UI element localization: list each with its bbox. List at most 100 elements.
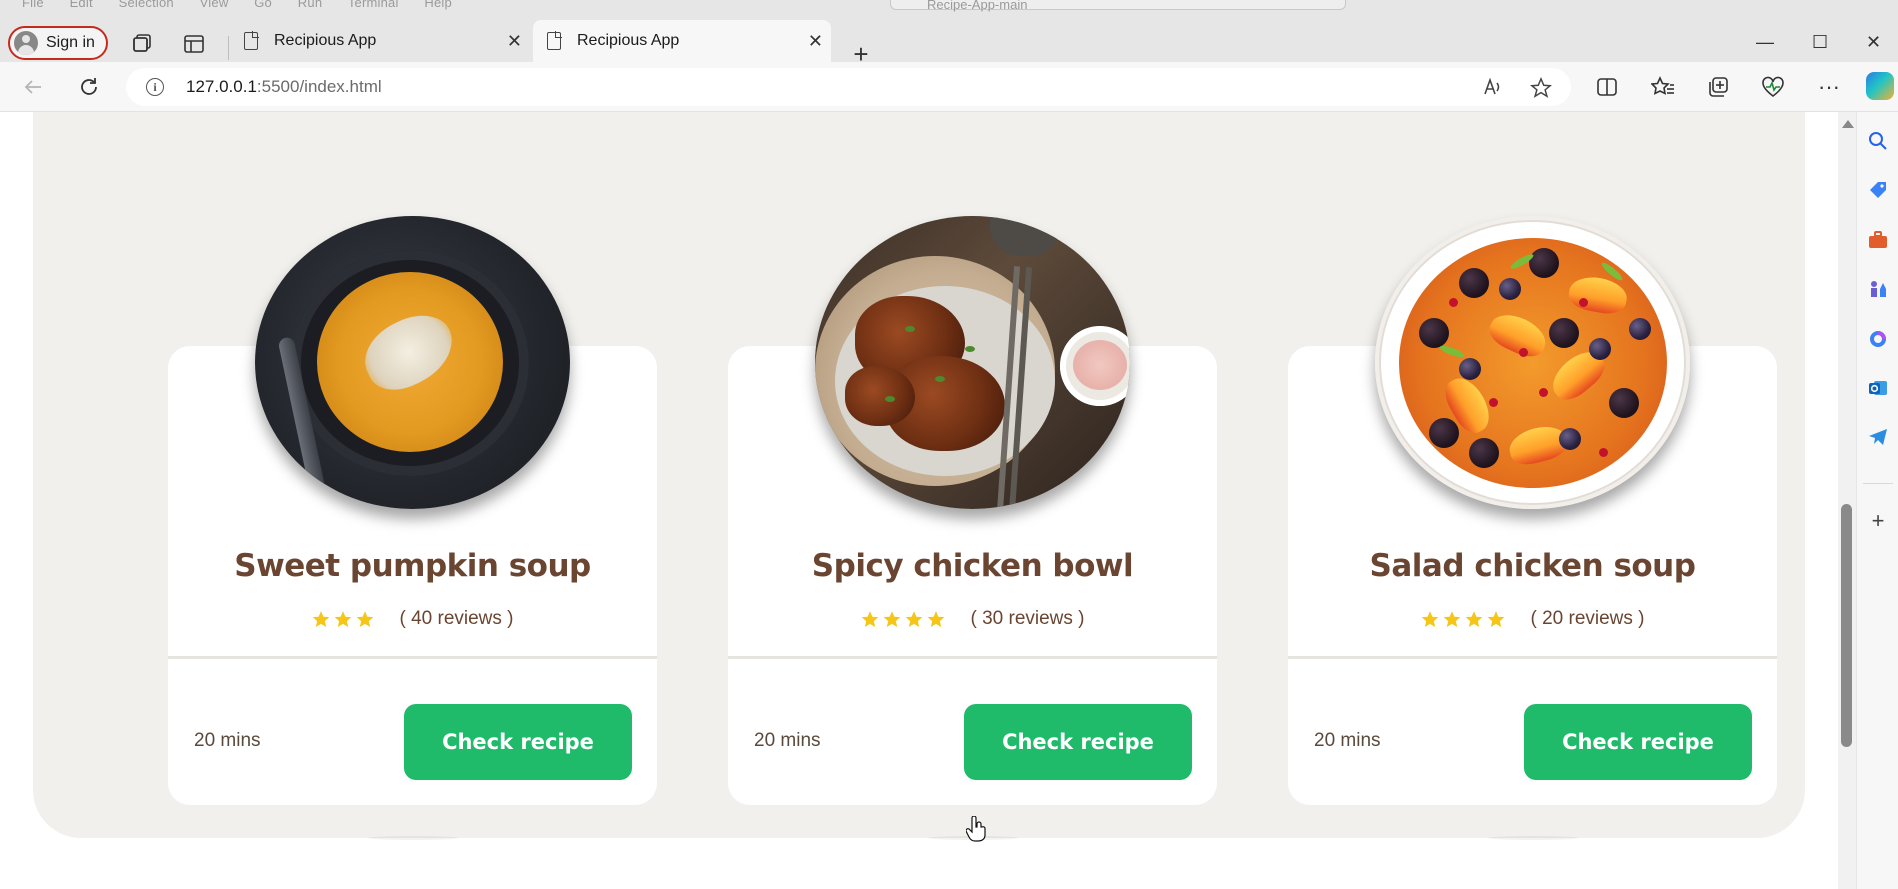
card-shadow (1488, 836, 1578, 840)
address-bar-row: i 127.0.0.1:5500/index.html ··· (0, 62, 1898, 112)
favorite-star-icon[interactable] (1529, 76, 1553, 105)
recipe-card: Spicy chicken bowl ( 30 reviews ) 20 min… (728, 216, 1217, 840)
editor-menu-file[interactable]: File (22, 0, 44, 10)
tab-separator (228, 36, 229, 60)
edge-sidebar: + (1856, 112, 1898, 889)
recipe-rating: ( 20 reviews ) (1288, 608, 1777, 630)
split-screen-icon[interactable] (1592, 72, 1622, 102)
add-sidebar-app-icon[interactable]: + (1867, 508, 1889, 533)
card-divider (728, 656, 1217, 659)
card-divider (1288, 656, 1777, 659)
editor-menu-selection[interactable]: Selection (119, 0, 174, 10)
check-recipe-button[interactable]: Check recipe (404, 704, 632, 780)
editor-search-box[interactable]: Recipe-App-main (890, 0, 1346, 12)
recipe-rating: ( 40 reviews ) (168, 608, 657, 630)
outlook-icon[interactable] (1867, 377, 1889, 399)
browser-essentials-icon[interactable] (1758, 72, 1788, 102)
star-icon (357, 610, 374, 627)
star-icon (1488, 610, 1505, 627)
site-info-icon[interactable]: i (146, 78, 164, 96)
back-arrow-icon[interactable] (18, 72, 48, 102)
star-rating (860, 610, 946, 629)
recipe-rating: ( 30 reviews ) (728, 608, 1217, 630)
editor-menu-strip: File Edit Selection View Go Run Terminal… (0, 0, 1898, 12)
close-tab-icon[interactable]: ✕ (808, 31, 823, 52)
profile-avatar-icon (14, 31, 38, 55)
games-chess-icon[interactable] (1867, 278, 1889, 300)
cook-time: 20 mins (194, 730, 261, 751)
editor-menu-run[interactable]: Run (298, 0, 322, 10)
hand-cursor-icon (966, 816, 986, 842)
page-icon (547, 31, 562, 50)
star-icon (884, 610, 901, 627)
editor-menu: File Edit Selection View Go Run Terminal… (22, 0, 474, 10)
card-divider (168, 656, 657, 659)
minimize-button[interactable]: — (1756, 32, 1774, 53)
sign-in-label: Sign in (46, 34, 95, 51)
star-icon (335, 610, 352, 627)
favorites-icon[interactable] (1648, 72, 1678, 102)
tab-actions-icon[interactable] (180, 30, 208, 58)
close-tab-icon[interactable]: ✕ (507, 31, 522, 52)
send-telegram-icon[interactable] (1867, 426, 1889, 448)
star-icon (313, 610, 330, 627)
page-viewport: Sweet pumpkin soup ( 40 reviews ) 20 min… (0, 112, 1838, 889)
recipe-title: Salad chicken soup (1369, 548, 1696, 584)
url-path: :5500/index.html (256, 77, 382, 96)
editor-menu-terminal[interactable]: Terminal (348, 0, 399, 10)
copilot-icon[interactable] (1866, 72, 1894, 100)
star-icon (1444, 610, 1461, 627)
card-shadow (368, 836, 458, 840)
url-host: 127.0.0.1 (186, 77, 257, 96)
search-icon[interactable] (1867, 130, 1889, 152)
editor-menu-go[interactable]: Go (254, 0, 272, 10)
review-count: ( 30 reviews ) (970, 608, 1085, 629)
check-recipe-button[interactable]: Check recipe (1524, 704, 1752, 780)
collections-icon[interactable] (1703, 72, 1733, 102)
read-aloud-icon[interactable] (1482, 77, 1504, 103)
sign-in-button[interactable]: Sign in (8, 26, 108, 60)
review-count: ( 40 reviews ) (399, 608, 514, 629)
check-recipe-button[interactable]: Check recipe (964, 704, 1192, 780)
sidebar-separator (1863, 483, 1893, 484)
scrollbar-thumb[interactable] (1841, 504, 1852, 747)
review-count: ( 20 reviews ) (1530, 608, 1645, 629)
tab-title: Recipious App (274, 32, 377, 49)
settings-more-button[interactable]: ··· (1814, 72, 1844, 102)
star-icon (1466, 610, 1483, 627)
microsoft-365-icon[interactable] (1867, 328, 1889, 350)
star-icon (928, 610, 945, 627)
refresh-icon[interactable] (74, 72, 104, 102)
recipe-card: Salad chicken soup ( 20 reviews ) 20 min… (1288, 216, 1777, 840)
url-field[interactable]: i 127.0.0.1:5500/index.html (126, 68, 1571, 106)
fruit-salad-image (1375, 216, 1690, 509)
cook-time: 20 mins (1314, 730, 1381, 751)
star-rating (311, 610, 375, 629)
workspaces-icon[interactable] (128, 30, 156, 58)
cook-time: 20 mins (754, 730, 821, 751)
recipes-section: Sweet pumpkin soup ( 40 reviews ) 20 min… (33, 112, 1805, 840)
editor-menu-view[interactable]: View (200, 0, 229, 10)
tools-briefcase-icon[interactable] (1867, 229, 1889, 251)
recipe-title: Spicy chicken bowl (811, 548, 1134, 584)
chicken-bowl-image (815, 216, 1130, 509)
recipe-title: Sweet pumpkin soup (234, 548, 591, 584)
star-icon (906, 610, 923, 627)
recipe-card: Sweet pumpkin soup ( 40 reviews ) 20 min… (168, 216, 657, 840)
close-window-button[interactable]: ✕ (1866, 32, 1881, 53)
scroll-up-arrow-icon[interactable] (1842, 120, 1854, 128)
tab-title: Recipious App (577, 32, 680, 49)
vertical-scrollbar[interactable] (1838, 112, 1856, 889)
star-rating (1420, 610, 1506, 629)
star-icon (1422, 610, 1439, 627)
star-icon (862, 610, 879, 627)
editor-menu-help[interactable]: Help (424, 0, 452, 10)
shopping-tag-icon[interactable] (1867, 179, 1889, 201)
browser-tab-bar: Sign in Recipious App ✕ Recipious App ✕ … (0, 12, 1898, 69)
tab-recipious-2-active[interactable]: Recipious App ✕ (533, 20, 831, 62)
page-icon (244, 31, 259, 50)
editor-menu-edit[interactable]: Edit (70, 0, 93, 10)
maximize-button[interactable]: ☐ (1812, 32, 1828, 53)
tab-recipious-1[interactable]: Recipious App ✕ (230, 20, 530, 62)
pumpkin-soup-image (255, 216, 570, 509)
